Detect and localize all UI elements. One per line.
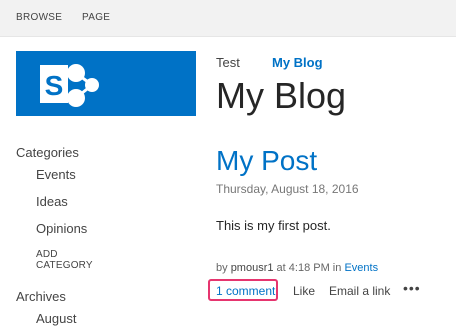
- like-button[interactable]: Like: [293, 284, 315, 298]
- post-author[interactable]: pmousr1: [231, 262, 274, 274]
- category-item-opinions[interactable]: Opinions: [36, 221, 87, 236]
- post-meta-prefix: by: [216, 262, 228, 274]
- logo-letter: S: [45, 70, 64, 101]
- more-options-icon[interactable]: •••: [403, 280, 421, 296]
- post-meta-time: at 4:18 PM in: [276, 262, 342, 274]
- tab-page[interactable]: PAGE: [82, 12, 110, 23]
- category-item-ideas[interactable]: Ideas: [36, 194, 68, 209]
- email-link-button[interactable]: Email a link: [329, 284, 390, 298]
- tab-browse[interactable]: BROWSE: [16, 12, 62, 23]
- categories-heading[interactable]: Categories: [16, 145, 79, 160]
- post-title[interactable]: My Post: [216, 145, 317, 177]
- add-category-link[interactable]: ADD CATEGORY: [36, 249, 93, 271]
- site-title: My Blog: [216, 75, 347, 116]
- ribbon-bar: BROWSE PAGE: [0, 0, 456, 37]
- comment-link[interactable]: 1 comment: [216, 284, 275, 298]
- top-nav-link-my-blog[interactable]: My Blog: [272, 55, 323, 70]
- post-date: Thursday, August 18, 2016: [216, 182, 359, 196]
- sharepoint-logo[interactable]: S: [16, 51, 196, 116]
- sharepoint-logo-icon: S: [40, 64, 99, 107]
- post-category-link[interactable]: Events: [344, 262, 378, 274]
- post-body: This is my first post.: [216, 218, 331, 233]
- archive-item-august[interactable]: August: [36, 311, 76, 326]
- top-nav-link-test[interactable]: Test: [216, 55, 240, 70]
- post-meta: by pmousr1 at 4:18 PM in Events: [216, 262, 378, 274]
- archives-heading[interactable]: Archives: [16, 289, 66, 304]
- category-item-events[interactable]: Events: [36, 167, 76, 182]
